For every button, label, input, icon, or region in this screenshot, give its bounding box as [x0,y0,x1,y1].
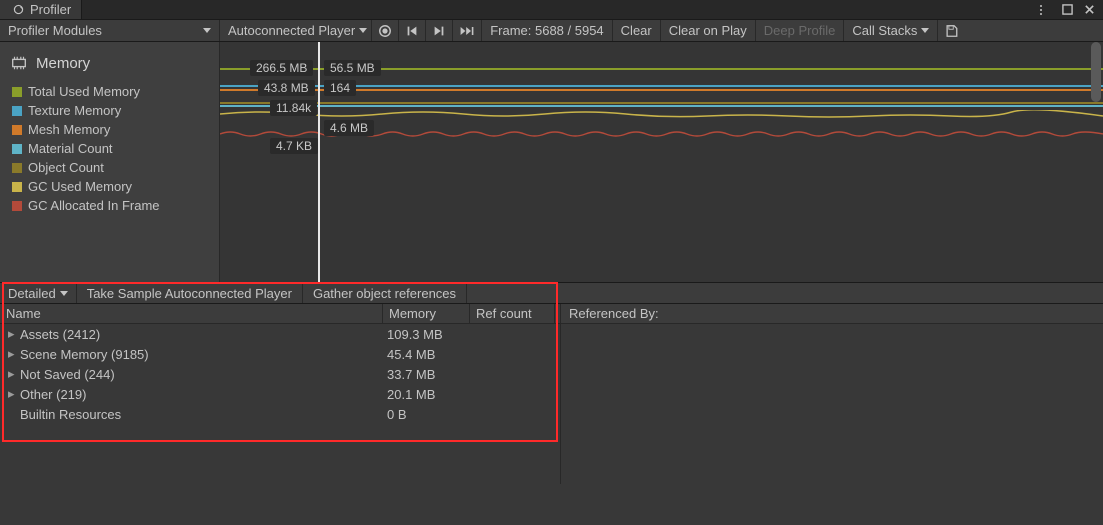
memory-module-sidebar: Memory Total Used Memory Texture Memory … [0,42,220,282]
detail-mode-dropdown[interactable]: Detailed [0,283,77,303]
swatch [12,201,22,211]
frame-label: Frame: 5688 / 5954 [490,23,603,38]
legend-item-gc-alloc[interactable]: GC Allocated In Frame [8,196,211,215]
tab-menu-icon[interactable] [1037,2,1053,18]
memory-icon [10,54,28,72]
last-frame-button[interactable] [453,20,482,41]
memory-graph[interactable]: 266.5 MB 43.8 MB 11.84k 4.7 KB 56.5 MB 1… [220,42,1103,282]
legend-item-material[interactable]: Material Count [8,139,211,158]
chevron-down-icon [921,28,929,33]
profiler-modules-dropdown[interactable]: Profiler Modules [0,20,220,41]
row-memory: 109.3 MB [383,327,470,342]
chevron-down-icon [60,291,68,296]
playhead-label-a: 56.5 MB [324,60,381,76]
memory-title: Memory [36,55,90,72]
row-name: Builtin Resources [20,407,121,422]
expand-caret-icon[interactable]: ▸ [8,366,18,382]
col-memory-header[interactable]: Memory [383,304,470,323]
row-name: Assets (2412) [20,327,100,342]
swatch [12,125,22,135]
playhead-label-b: 164 [324,80,356,96]
legend-item-total[interactable]: Total Used Memory [8,82,211,101]
call-stacks-dropdown[interactable]: Call Stacks [844,20,938,41]
next-frame-button[interactable] [426,20,453,41]
memory-legend: Total Used Memory Texture Memory Mesh Me… [0,80,219,217]
referenced-by-header: Referenced By: [560,304,1103,324]
legend-item-mesh[interactable]: Mesh Memory [8,120,211,139]
table-row[interactable]: ▸Not Saved (244) 33.7 MB [0,364,560,384]
take-sample-button[interactable]: Take Sample Autoconnected Player [77,283,303,303]
chevron-down-icon [203,28,211,33]
memory-tree-panel: Name Memory Ref count ▸Assets (2412)109.… [0,304,560,484]
prev-frame-button[interactable] [399,20,426,41]
frame-indicator: Frame: 5688 / 5954 [482,20,612,41]
playhead-label-c: 4.6 MB [324,120,374,136]
y-label-a: 266.5 MB [250,60,313,76]
legend-item-texture[interactable]: Texture Memory [8,101,211,120]
swatch [12,182,22,192]
row-memory: 0 B [383,407,470,422]
col-refcount-header[interactable]: Ref count [470,304,555,323]
series-line-material [220,105,1103,107]
row-memory: 20.1 MB [383,387,470,402]
record-button[interactable] [372,20,399,41]
row-name: Scene Memory (9185) [20,347,149,362]
graph-playhead[interactable] [318,42,320,282]
legend-item-gc-used[interactable]: GC Used Memory [8,177,211,196]
profiler-modules-label: Profiler Modules [8,23,102,38]
expand-caret-icon[interactable]: ▸ [8,326,18,342]
swatch [12,144,22,154]
profiler-tab-label: Profiler [30,2,71,17]
connection-dropdown[interactable]: Autoconnected Player [220,20,372,41]
profiler-icon [10,2,26,18]
connection-label: Autoconnected Player [228,23,355,38]
table-row[interactable]: ▸Scene Memory (9185) 45.4 MB [0,344,560,364]
close-icon[interactable] [1081,2,1097,18]
y-label-b: 43.8 MB [258,80,315,96]
swatch [12,87,22,97]
clear-on-play-button[interactable]: Clear on Play [661,20,756,41]
clear-button[interactable]: Clear [613,20,661,41]
table-row[interactable]: ▸Other (219) 20.1 MB [0,384,560,404]
expand-caret-icon[interactable]: ▸ [8,346,18,362]
table-row[interactable]: Builtin Resources 0 B [0,404,560,424]
row-name: Other (219) [20,387,86,402]
profiler-tab[interactable]: Profiler [0,0,82,19]
vertical-scrollbar[interactable] [1091,42,1101,102]
swatch [12,163,22,173]
series-line-gc-used [220,110,1103,120]
save-button[interactable] [938,20,965,41]
expand-caret-icon[interactable]: ▸ [8,386,18,402]
maximize-icon[interactable] [1059,2,1075,18]
gather-references-button[interactable]: Gather object references [303,283,467,303]
chevron-down-icon [359,28,367,33]
table-row[interactable]: ▸Assets (2412) 109.3 MB [0,324,560,344]
y-label-d: 4.7 KB [270,138,318,154]
col-name-header[interactable]: Name [0,304,383,323]
deep-profile-button[interactable]: Deep Profile [756,20,845,41]
row-memory: 45.4 MB [383,347,470,362]
y-label-c: 11.84k [270,100,317,116]
row-memory: 33.7 MB [383,367,470,382]
legend-item-object[interactable]: Object Count [8,158,211,177]
referenced-by-body [560,324,1103,484]
series-line-object [220,102,1103,104]
swatch [12,106,22,116]
row-name: Not Saved (244) [20,367,115,382]
